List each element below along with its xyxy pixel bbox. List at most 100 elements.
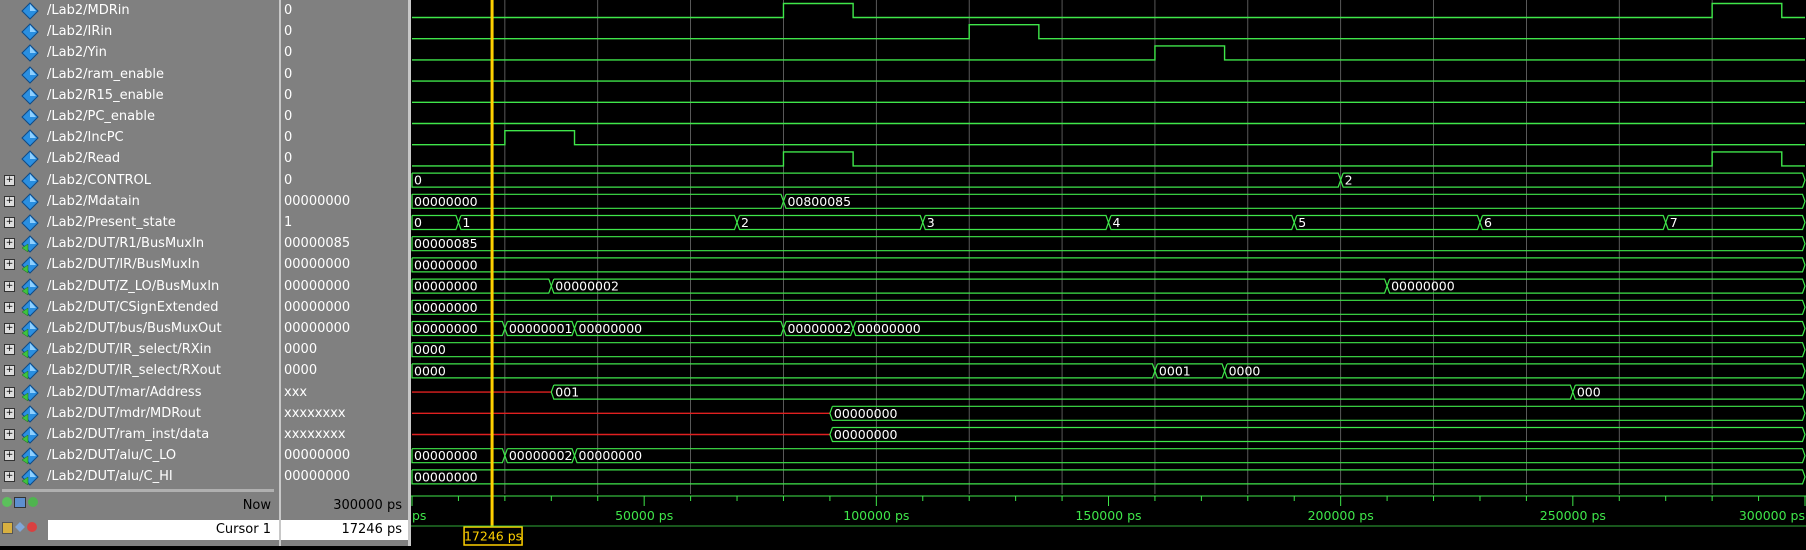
- signal-name: /Lab2/DUT/mdr/MDRout: [47, 406, 201, 421]
- bus-segment: [1665, 214, 1806, 231]
- add-circle-icon[interactable]: [28, 497, 38, 507]
- expand-icon[interactable]: +: [4, 259, 15, 270]
- bus-value-label: 00000002: [555, 279, 619, 294]
- signal-row[interactable]: + /Lab2/DUT/IR/BusMuxIn: [0, 254, 279, 275]
- signal-row[interactable]: + /Lab2/DUT/ram_inst/data: [0, 424, 279, 445]
- signal-name: /Lab2/CONTROL: [47, 173, 151, 188]
- bus-value-label: 5: [1298, 215, 1306, 230]
- signal-name: /Lab2/DUT/mar/Address: [47, 385, 202, 400]
- signal-row[interactable]: /Lab2/IRin: [0, 21, 279, 42]
- status-values-area: 300000 ps 17246 ps: [281, 494, 408, 546]
- signal-value: 00000000: [284, 194, 351, 209]
- bus-value-label: 6: [1484, 215, 1492, 230]
- window-icon[interactable]: [14, 497, 26, 508]
- signal-row[interactable]: + /Lab2/DUT/R1/BusMuxIn: [0, 233, 279, 254]
- lock-icon[interactable]: [2, 522, 13, 534]
- bus-value-label: 00000000: [414, 321, 478, 336]
- signal-row[interactable]: + /Lab2/DUT/alu/C_HI: [0, 466, 279, 487]
- signal-row[interactable]: + /Lab2/DUT/mdr/MDRout: [0, 403, 279, 424]
- net-signal-icon: [21, 361, 43, 380]
- ruler-label: 50000 ps: [615, 508, 673, 523]
- bus-value-label: 00000002: [509, 448, 573, 463]
- signal-value: 1: [284, 215, 293, 230]
- expand-icon[interactable]: +: [4, 196, 15, 207]
- bus-value-label: 00000000: [857, 321, 921, 336]
- expand-icon[interactable]: +: [4, 281, 15, 292]
- bus-value-label: 00000000: [414, 469, 478, 484]
- signal-row[interactable]: /Lab2/ram_enable: [0, 64, 279, 85]
- signal-name: /Lab2/DUT/Z_LO/BusMuxIn: [47, 279, 220, 294]
- signal-row[interactable]: /Lab2/PC_enable: [0, 106, 279, 127]
- signal-row[interactable]: /Lab2/R15_enable: [0, 85, 279, 106]
- expand-icon[interactable]: +: [4, 302, 15, 313]
- net-signal-icon: [21, 425, 43, 444]
- signal-icon: [21, 192, 43, 211]
- bus-segment: [1107, 214, 1295, 231]
- remove-circle-icon[interactable]: [27, 522, 37, 532]
- bus-value-label: 00000000: [579, 321, 643, 336]
- pencil-icon[interactable]: [15, 522, 25, 532]
- waveform-pane[interactable]: 0 2 00000000 00800085 0 1 2 3 4 5 6 7 00000085 000000…: [411, 0, 1806, 494]
- signal-name: /Lab2/DUT/ram_inst/data: [47, 427, 210, 442]
- cursor-value-box[interactable]: 17246 ps: [281, 520, 408, 540]
- signal-row[interactable]: + /Lab2/DUT/CSignExtended: [0, 297, 279, 318]
- expand-icon[interactable]: +: [4, 238, 15, 249]
- signal-row[interactable]: + /Lab2/DUT/bus/BusMuxOut: [0, 318, 279, 339]
- signal-value: 0000: [284, 363, 318, 378]
- bit-waveform: [412, 151, 1805, 167]
- expand-icon[interactable]: +: [4, 175, 15, 186]
- signal-icon: [21, 1, 43, 20]
- signal-row[interactable]: + /Lab2/Present_state: [0, 212, 279, 233]
- signal-row[interactable]: + /Lab2/DUT/Z_LO/BusMuxIn: [0, 276, 279, 297]
- signal-value: 00000000: [284, 279, 351, 294]
- bus-value-label: 2: [741, 215, 749, 230]
- signal-row[interactable]: + /Lab2/Mdatain: [0, 191, 279, 212]
- bus-value-label: 7: [1670, 215, 1678, 230]
- bus-segment: [736, 214, 924, 231]
- signal-row[interactable]: /Lab2/IncPC: [0, 127, 279, 148]
- bus-value-label: 00000000: [834, 427, 898, 442]
- expand-icon[interactable]: +: [4, 408, 15, 419]
- expand-icon[interactable]: +: [4, 387, 15, 398]
- ruler-label: 100000 ps: [843, 508, 909, 523]
- signal-name: /Lab2/DUT/IR_select/RXin: [47, 342, 212, 357]
- bus-value-label: 00000000: [1391, 279, 1455, 294]
- expand-icon[interactable]: +: [4, 344, 15, 355]
- expand-icon[interactable]: +: [4, 323, 15, 334]
- signal-name: /Lab2/Present_state: [47, 215, 176, 230]
- expand-icon[interactable]: +: [4, 365, 15, 376]
- cursor-name-box[interactable]: Cursor 1: [48, 520, 279, 540]
- signal-name: /Lab2/IRin: [47, 24, 113, 39]
- expand-icon[interactable]: +: [4, 471, 15, 482]
- net-signal-icon: [21, 298, 43, 317]
- signal-row[interactable]: + /Lab2/DUT/IR_select/RXin: [0, 339, 279, 360]
- net-signal-icon: [21, 467, 43, 486]
- expand-icon[interactable]: +: [4, 450, 15, 461]
- signal-row[interactable]: + /Lab2/DUT/alu/C_LO: [0, 445, 279, 466]
- signal-row[interactable]: + /Lab2/CONTROL: [0, 170, 279, 191]
- signal-row[interactable]: /Lab2/MDRin: [0, 0, 279, 21]
- waveform-canvas[interactable]: 0 200000000 008000850 1 2 3 4 5 6 700000085000000…: [411, 0, 1806, 494]
- toolbar-icons-now: [2, 497, 38, 508]
- signal-row[interactable]: + /Lab2/DUT/IR_select/RXout: [0, 360, 279, 381]
- signal-name: /Lab2/DUT/R1/BusMuxIn: [47, 236, 205, 251]
- horizontal-scrollbar[interactable]: [2, 489, 274, 492]
- signal-row[interactable]: /Lab2/Read: [0, 148, 279, 169]
- timeline-pane[interactable]: ps 50000 ps 100000 ps 150000 ps 200000 ps 250…: [411, 494, 1806, 546]
- expand-icon[interactable]: +: [4, 217, 15, 228]
- signal-name: /Lab2/R15_enable: [47, 88, 164, 103]
- signal-values-pane: 0 0 0 0 0 0 0 0 0 00000000 1 00000085 00000000 000000…: [281, 0, 408, 494]
- bus-value-label: 00000000: [414, 194, 478, 209]
- signal-value: 00000000: [284, 300, 351, 315]
- signal-icon: [21, 213, 43, 232]
- add-icon[interactable]: [2, 497, 12, 507]
- bus-value-label: 001: [555, 385, 579, 400]
- bus-segment: [829, 405, 1806, 421]
- net-signal-icon: [21, 319, 43, 338]
- timeline-ruler[interactable]: ps 50000 ps 100000 ps 150000 ps 200000 ps 250…: [411, 494, 1806, 546]
- signal-row[interactable]: + /Lab2/DUT/mar/Address: [0, 382, 279, 403]
- expand-icon[interactable]: +: [4, 429, 15, 440]
- bus-segment: [411, 236, 1806, 252]
- ruler-label: 250000 ps: [1540, 508, 1606, 523]
- signal-row[interactable]: /Lab2/Yin: [0, 42, 279, 63]
